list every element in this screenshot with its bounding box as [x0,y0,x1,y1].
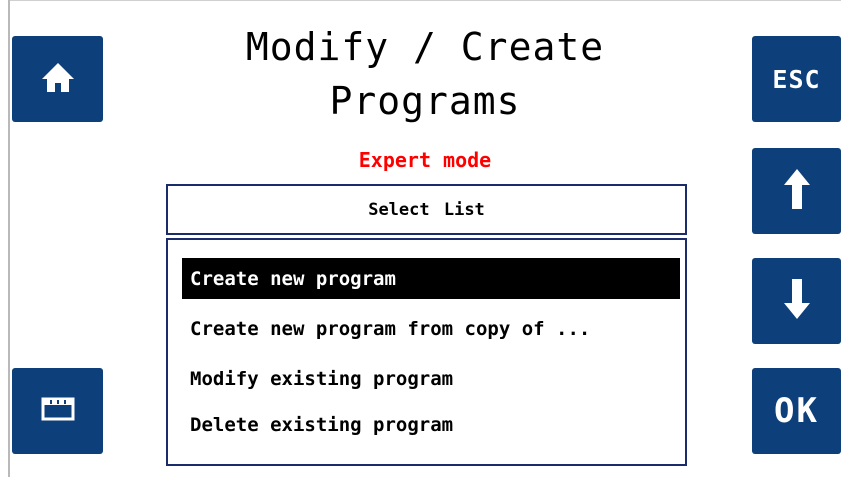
home-button[interactable] [12,36,103,122]
screen-left-border [8,0,10,477]
list-item-modify-existing[interactable]: Modify existing program [182,358,680,399]
ok-button-label: OK [774,391,819,431]
home-icon [39,60,77,98]
list-header: Select List [166,184,687,235]
window-icon [41,396,75,426]
scroll-down-button[interactable] [752,258,841,344]
page-title: Modify / Create Programs [160,20,690,128]
esc-button-label: ESC [772,64,821,94]
list-item-create-from-copy[interactable]: Create new program from copy of ... [182,308,680,349]
page-title-line2: Programs [329,79,521,123]
page-title-line1: Modify / Create [245,25,605,69]
options-list: Create new program Create new program fr… [166,238,687,466]
ok-button[interactable]: OK [752,368,841,454]
menu-button[interactable] [12,368,103,454]
mode-label: Expert mode [358,148,492,172]
scroll-up-button[interactable] [752,148,841,234]
arrow-down-icon [783,278,811,324]
list-item-create-new[interactable]: Create new program [182,258,680,299]
list-item-delete-existing[interactable]: Delete existing program [182,404,680,445]
esc-button[interactable]: ESC [752,36,841,122]
arrow-up-icon [783,168,811,214]
screen-top-border [8,0,841,1]
